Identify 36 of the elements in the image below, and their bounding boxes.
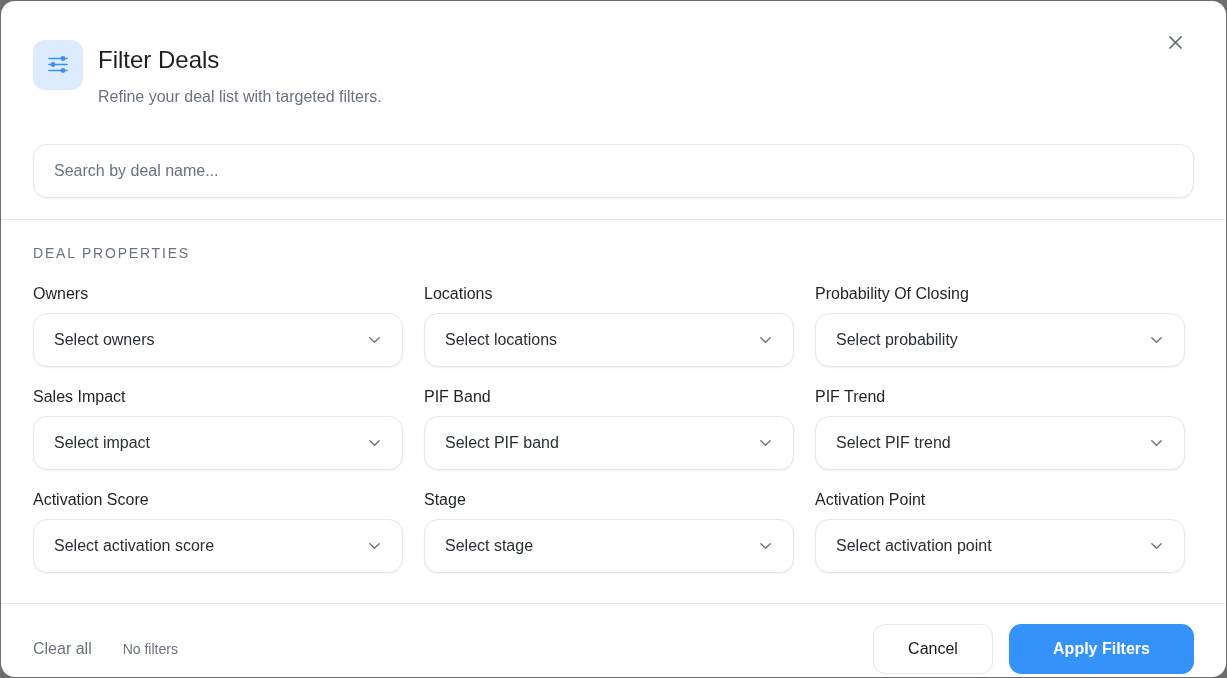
chevron-down-icon: [1151, 543, 1162, 549]
sliders-icon: [33, 40, 83, 90]
filter-status-text: No filters: [122, 641, 178, 657]
dialog-subtitle: Refine your deal list with targeted filters.: [98, 87, 382, 107]
select-dropdown[interactable]: Select locations: [424, 313, 794, 367]
field-label: Stage: [424, 490, 467, 510]
field-label: PIF Trend: [815, 387, 887, 407]
chevron-down-icon: [369, 543, 380, 549]
chevron-down-icon: [1151, 337, 1162, 343]
chevron-down-icon: [760, 543, 771, 549]
select-dropdown[interactable]: Select owners: [33, 313, 403, 367]
dialog-title: Filter Deals: [98, 45, 221, 75]
select-dropdown[interactable]: Select activation score: [33, 519, 403, 573]
select-dropdown[interactable]: Select impact: [33, 416, 403, 470]
field-label: Activation Point: [815, 490, 927, 510]
cancel-button[interactable]: Cancel: [873, 624, 993, 674]
chevron-down-icon: [369, 440, 380, 446]
chevron-down-icon: [760, 337, 771, 343]
chevron-down-icon: [760, 440, 771, 446]
field-label: Locations: [424, 284, 494, 304]
close-icon: [1168, 35, 1182, 49]
chevron-down-icon: [369, 337, 380, 343]
select-dropdown[interactable]: Select PIF band: [424, 416, 794, 470]
field-label: PIF Band: [424, 387, 492, 407]
select-dropdown[interactable]: Select stage: [424, 519, 794, 573]
clear-all-link[interactable]: Clear all: [33, 640, 92, 658]
field-label: Activation Score: [33, 490, 150, 510]
field-label: Probability Of Closing: [815, 284, 970, 304]
select-dropdown[interactable]: Select probability: [815, 313, 1185, 367]
search-field[interactable]: Search by deal name...: [33, 144, 1194, 198]
section-heading: DEAL PROPERTIES: [33, 244, 191, 262]
field-label: Sales Impact: [33, 387, 127, 407]
chevron-down-icon: [1151, 440, 1162, 446]
field-label: Owners: [33, 284, 90, 304]
select-dropdown[interactable]: Select PIF trend: [815, 416, 1185, 470]
select-dropdown[interactable]: Select activation point: [815, 519, 1185, 573]
